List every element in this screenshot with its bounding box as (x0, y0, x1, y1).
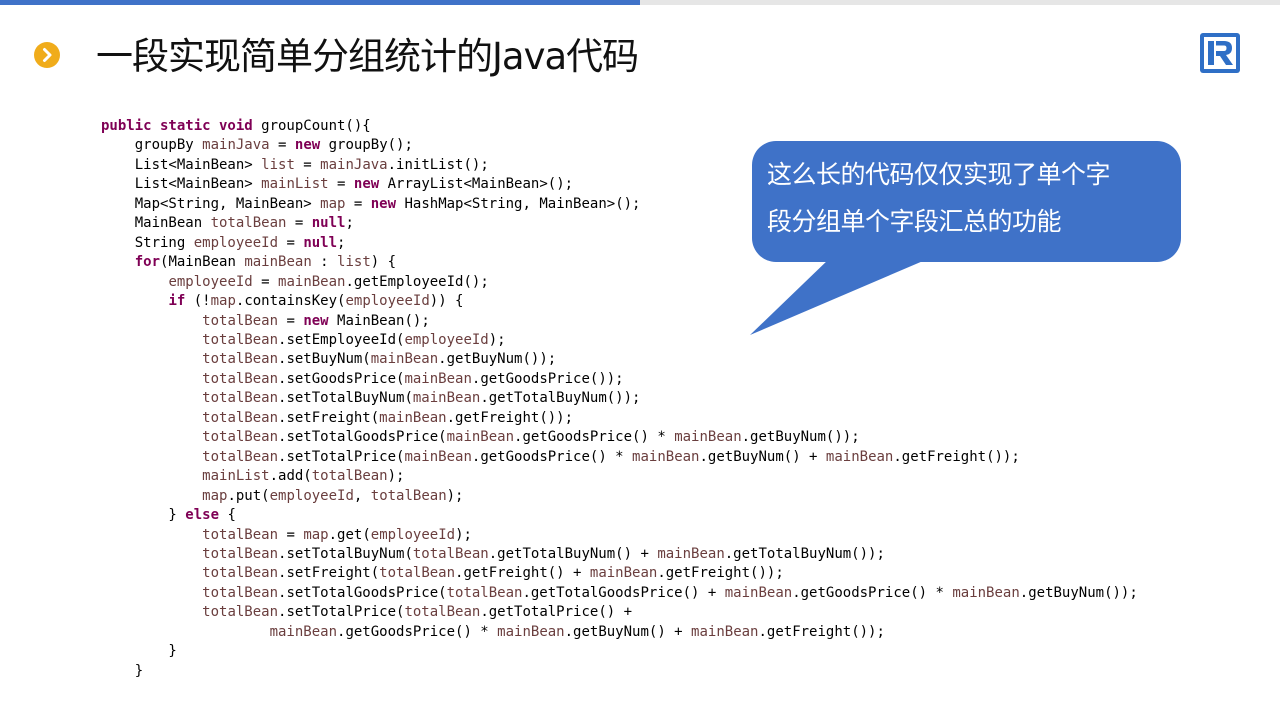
callout-text: 这么长的代码仅仅实现了单个字 段分组单个字段汇总的功能 (767, 151, 1167, 245)
speech-callout (750, 141, 1181, 335)
callout-line-2: 段分组单个字段汇总的功能 (767, 207, 1062, 236)
callout-line-1: 这么长的代码仅仅实现了单个字 (767, 160, 1111, 189)
